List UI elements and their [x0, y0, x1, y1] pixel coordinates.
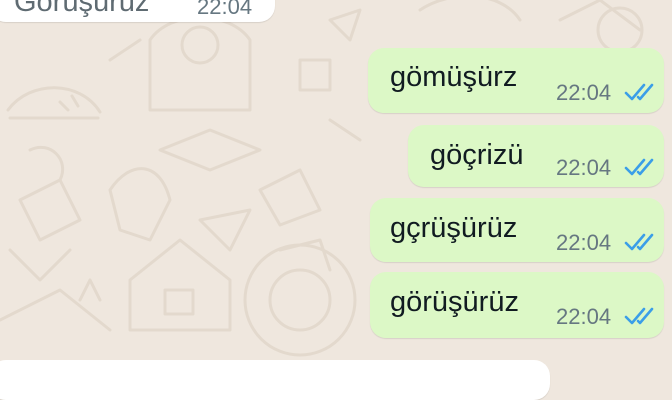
message-text: görüşürüz: [390, 286, 519, 318]
message-time: 22:04: [556, 80, 612, 105]
outgoing-message-bubble[interactable]: göçrizü 22:04: [408, 125, 664, 187]
outgoing-message-bubble[interactable]: gömüşürz 22:04: [368, 48, 664, 113]
double-check-icon: [624, 83, 654, 101]
incoming-message-bubble[interactable]: Görüşürüz 22:04: [0, 0, 275, 22]
message-time: 22:04: [556, 304, 612, 329]
outgoing-message-bubble[interactable]: gçrüşürüz 22:04: [370, 198, 664, 262]
double-check-icon: [624, 158, 654, 176]
message-text: gçrüşürüz: [390, 212, 518, 244]
outgoing-message-bubble[interactable]: görüşürüz 22:04: [370, 272, 664, 338]
message-time: 22:04: [556, 230, 612, 255]
message-time: 22:04: [556, 155, 612, 180]
message-text: Görüşürüz: [14, 0, 150, 18]
message-text: göçrizü: [430, 139, 524, 171]
double-check-icon: [624, 233, 654, 251]
double-check-icon: [624, 307, 654, 325]
incoming-message-bubble-partial[interactable]: [0, 360, 550, 400]
message-time: 22:04: [197, 0, 253, 19]
message-text: gömüşürz: [390, 61, 518, 93]
